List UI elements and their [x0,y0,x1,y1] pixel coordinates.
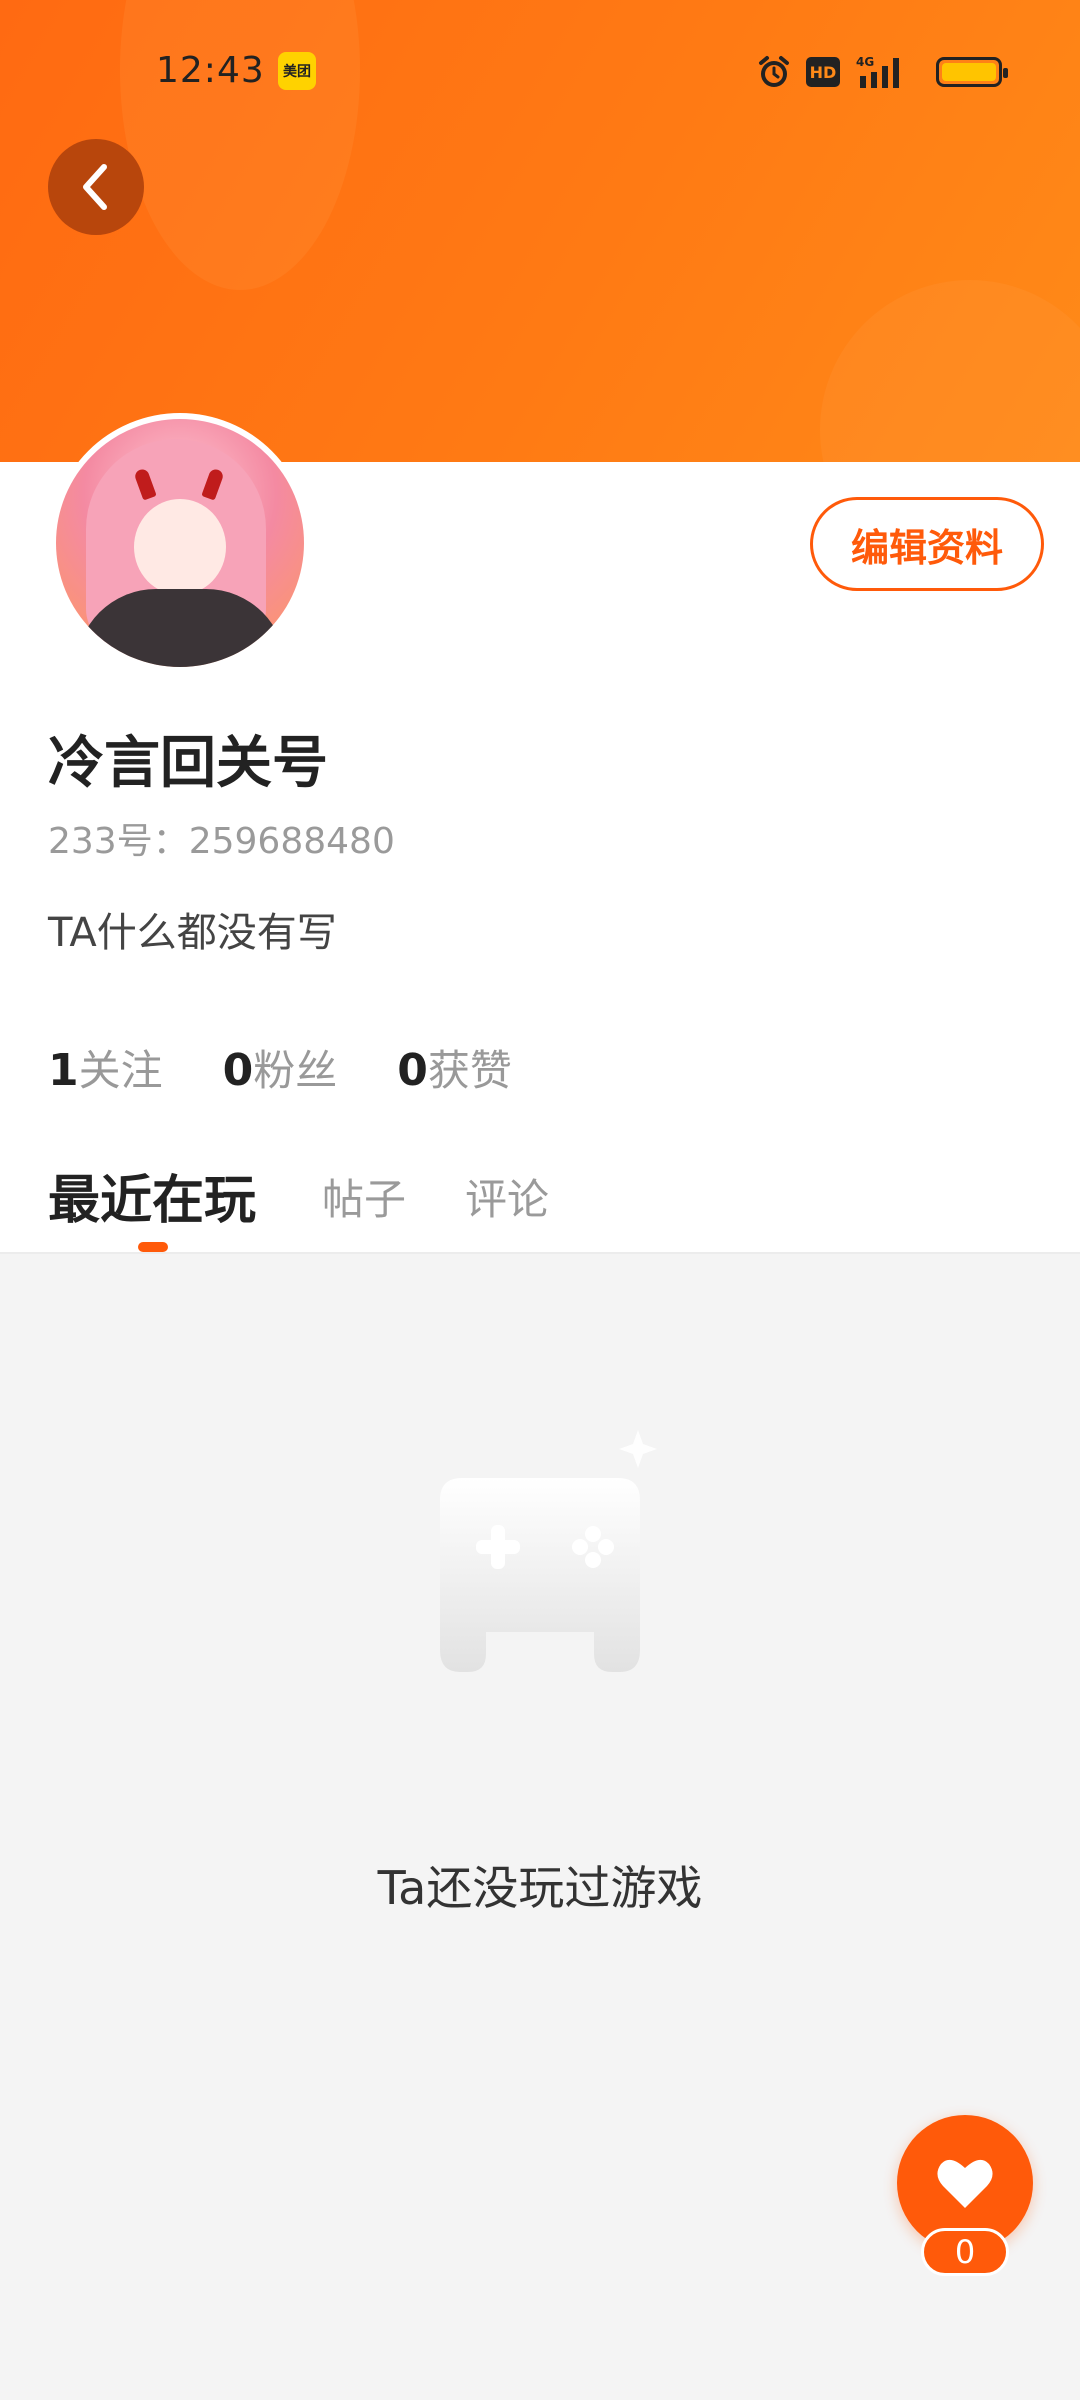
banner-decoration [820,280,1080,462]
gamepad-icon [440,1430,657,1672]
signal-4g-icon: 4G [856,55,899,88]
svg-text:4G: 4G [856,55,874,69]
stat-following[interactable]: 1 关注 [48,1037,163,1098]
tab-indicator [138,1242,168,1252]
user-id: 233号：259688480 [48,821,395,862]
stat-following-label: 关注 [78,1046,163,1095]
avatar[interactable] [50,413,310,673]
empty-state-text: Ta还没玩过游戏 [377,1861,703,1915]
username: 冷言回关号 [48,731,328,796]
user-bio: TA什么都没有写 [48,910,337,956]
tabs-divider [0,1252,1080,1254]
stat-followers[interactable]: 0 粉丝 [223,1037,338,1098]
meituan-notification-icon: 美团 [278,52,316,90]
back-button[interactable] [48,139,144,235]
profile-tabs: 最近在玩 帖子 评论 [0,1150,1080,1252]
stat-likes: 0 获赞 [397,1037,512,1098]
stat-likes-count: 0 [397,1045,428,1096]
tab-comments[interactable]: 评论 [465,1166,549,1227]
stat-likes-label: 获赞 [427,1046,512,1095]
stat-followers-count: 0 [222,1045,254,1096]
heart-icon [937,2159,993,2208]
chevron-left-icon [83,164,107,210]
battery-icon [936,57,1008,87]
edit-profile-button[interactable]: 编辑资料 [810,497,1044,591]
like-count: 0 [921,2228,1009,2276]
hd-icon: HD [806,57,840,87]
tab-posts[interactable]: 帖子 [322,1166,406,1227]
stat-followers-label: 粉丝 [253,1046,338,1095]
status-bar: 12:43 美团 HD 4G [0,0,1080,140]
status-time: 12:43 [156,50,265,91]
tab-recently-played[interactable]: 最近在玩 [48,1158,256,1233]
profile-stats: 1 关注 0 粉丝 0 获赞 [48,1037,572,1097]
stat-following-count: 1 [48,1045,79,1096]
status-icons: HD 4G [756,52,1008,92]
alarm-icon [759,56,789,87]
